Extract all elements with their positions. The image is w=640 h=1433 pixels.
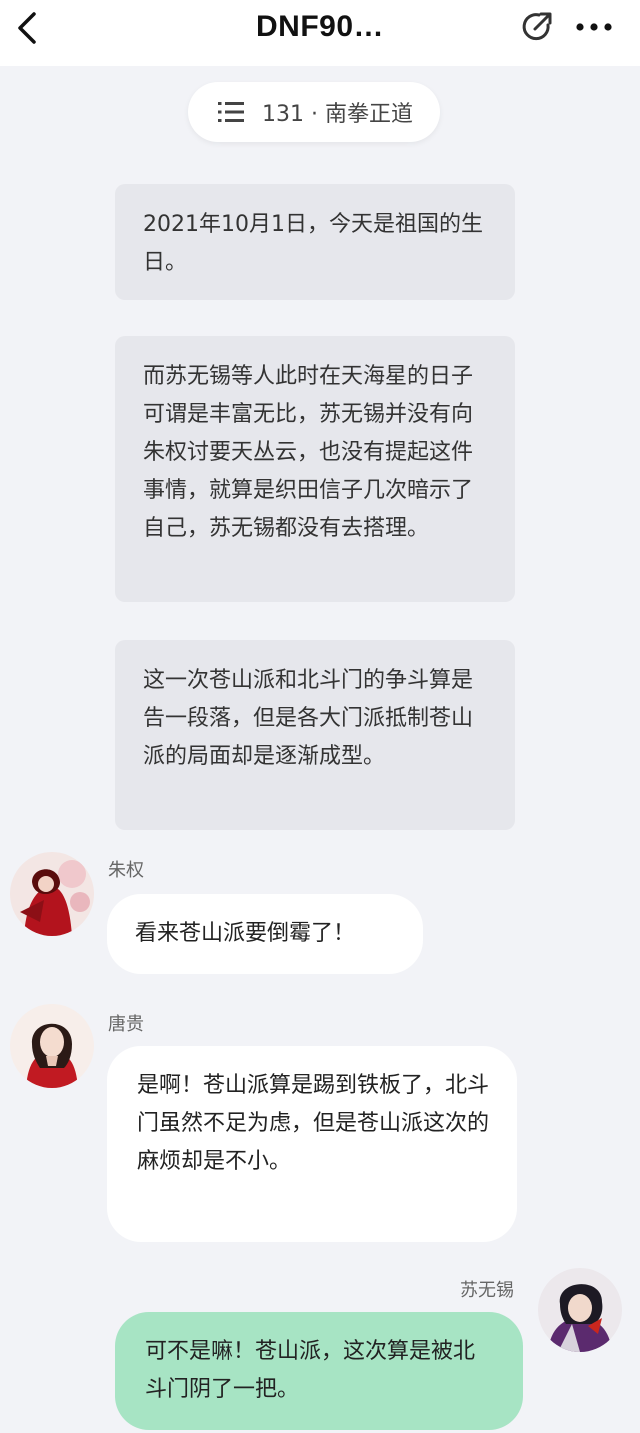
top-bar: DNF90… [0, 0, 640, 66]
speaker-name: 唐贵 [108, 1014, 144, 1035]
speaker-name: 朱权 [108, 860, 144, 881]
share-button[interactable] [518, 8, 556, 46]
avatar[interactable] [538, 1268, 622, 1352]
avatar-image [10, 1004, 94, 1088]
message-bubble: 看来苍山派要倒霉了！ [107, 894, 423, 974]
narration-block: 而苏无锡等人此时在天海星的日子可谓是丰富无比，苏无锡并没有向朱权讨要天丛云，也没… [115, 336, 515, 602]
chapter-label: 131 · 南拳正道 [262, 102, 413, 127]
share-icon [522, 12, 552, 41]
list-icon [218, 102, 244, 122]
avatar-image [10, 852, 94, 936]
more-button[interactable] [572, 10, 616, 44]
speaker-name: 苏无锡 [460, 1280, 514, 1301]
avatar[interactable] [10, 1004, 94, 1088]
more-dots-icon [576, 23, 612, 31]
message-bubble: 是啊！苍山派算是踢到铁板了，北斗门虽然不足为虑，但是苍山派这次的麻烦却是不小。 [107, 1046, 517, 1242]
message-bubble: 可不是嘛！苍山派，这次算是被北斗门阴了一把。 [115, 1312, 523, 1430]
chapter-selector[interactable]: 131 · 南拳正道 [188, 82, 440, 142]
narration-block: 这一次苍山派和北斗门的争斗算是告一段落，但是各大门派抵制苍山派的局面却是逐渐成型… [115, 640, 515, 830]
narration-block: 2021年10月1日，今天是祖国的生日。 [115, 184, 515, 300]
avatar-image [538, 1268, 622, 1352]
avatar[interactable] [10, 852, 94, 936]
